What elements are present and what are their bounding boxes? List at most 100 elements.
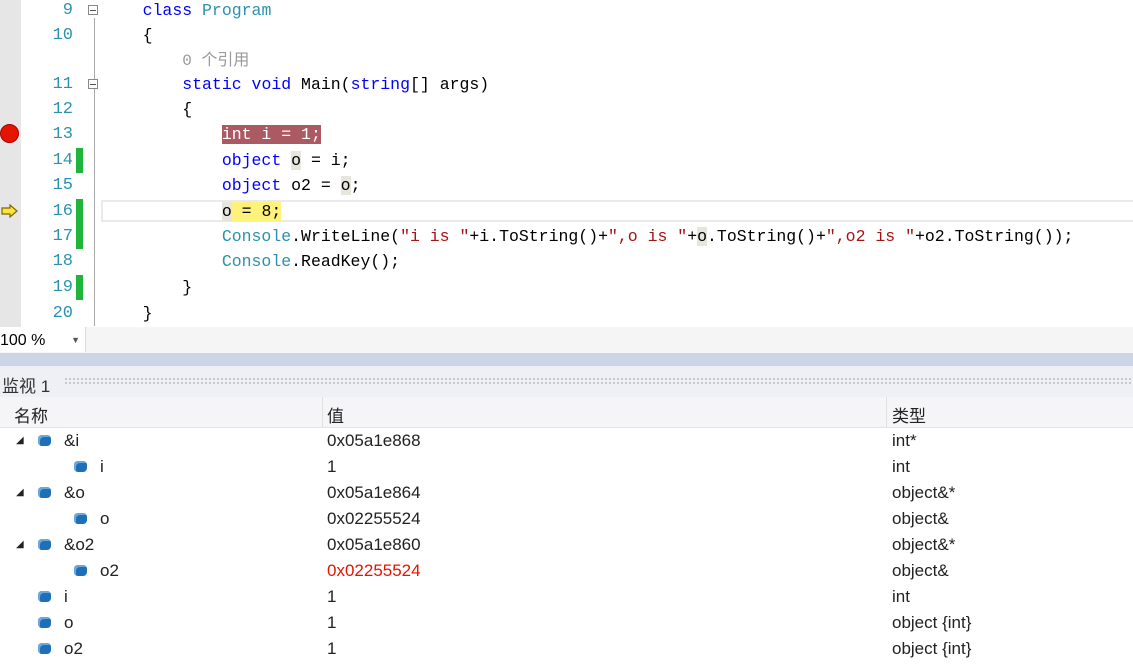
code-token: 0 个引用 <box>182 52 250 70</box>
column-header-value[interactable]: 值 <box>327 402 344 427</box>
column-header-type[interactable]: 类型 <box>892 402 926 427</box>
code-line[interactable]: 16 o = 8; <box>0 199 1133 224</box>
line-number: 13 <box>52 125 73 144</box>
code-line[interactable]: 17 Console.WriteLine("i is "+i.ToString(… <box>0 224 1133 249</box>
code-line[interactable]: 13 int i = 1; <box>0 122 1133 147</box>
column-divider[interactable] <box>322 397 323 427</box>
code-lens-references[interactable]: 0 个引用 <box>103 48 249 74</box>
breakpoint-icon[interactable] <box>0 124 19 143</box>
expand-triangle-icon[interactable]: ◢ <box>16 428 24 454</box>
collapse-icon[interactable] <box>88 79 98 89</box>
watch-value[interactable]: 0x05a1e864 <box>327 480 421 506</box>
change-marker <box>76 224 83 249</box>
code-token: object <box>221 151 282 170</box>
code-token: o <box>221 202 232 221</box>
watch-name: o2 <box>64 639 83 658</box>
watch-name: o <box>64 613 74 632</box>
expand-triangle-icon[interactable]: ◢ <box>16 532 24 558</box>
watch-value[interactable]: 1 <box>327 636 336 662</box>
code-token: +i.ToString()+ <box>469 227 608 246</box>
code-text: object o = i; <box>103 148 351 173</box>
change-marker <box>76 275 83 300</box>
watch-value[interactable]: 0x05a1e860 <box>327 532 421 558</box>
watch-type: int <box>892 587 910 606</box>
code-token: { <box>103 26 153 45</box>
column-header-name[interactable]: 名称 <box>14 402 48 427</box>
code-token: Console <box>221 227 292 246</box>
watch-value[interactable]: 1 <box>327 610 336 636</box>
code-line[interactable]: 12 { <box>0 97 1133 122</box>
watch-window-title-bar[interactable]: 监视 1 <box>0 366 1133 397</box>
code-token: o <box>697 227 708 246</box>
code-text: class Program <box>103 0 272 23</box>
code-token: o <box>340 176 351 195</box>
code-line[interactable]: 11 static void Main(string[] args) <box>0 72 1133 97</box>
column-divider[interactable] <box>886 397 887 427</box>
watch-row[interactable]: o2 0x02255524 object& <box>0 558 1133 584</box>
code-text: } <box>103 301 153 326</box>
watch-row[interactable]: i 1 int <box>0 454 1133 480</box>
watch-value[interactable]: 0x02255524 <box>327 506 421 532</box>
watch-name: i <box>64 587 68 606</box>
code-text: Console.WriteLine("i is "+i.ToString()+"… <box>103 224 1073 249</box>
watch-name: o <box>100 509 110 528</box>
code-line[interactable]: 14 object o = i; <box>0 148 1133 173</box>
code-line[interactable]: 20 } <box>0 301 1133 326</box>
code-line[interactable]: 18 Console.ReadKey(); <box>0 249 1133 274</box>
watch-value[interactable]: 0x02255524 <box>327 558 421 584</box>
code-text: { <box>103 23 153 48</box>
drag-grip[interactable] <box>64 377 1131 385</box>
watch-value[interactable]: 0x05a1e868 <box>327 428 421 454</box>
code-line[interactable]: 9 class Program <box>0 0 1133 23</box>
watch-value[interactable]: 1 <box>327 584 336 610</box>
code-line[interactable]: 19 } <box>0 275 1133 300</box>
expand-triangle-icon[interactable]: ◢ <box>16 480 24 506</box>
zoom-dropdown[interactable]: 100 % ▼ <box>0 327 86 352</box>
watch-row[interactable]: ◢ &i 0x05a1e868 int* <box>0 428 1133 454</box>
watch-row[interactable]: o 0x02255524 object& <box>0 506 1133 532</box>
watch-value[interactable]: 1 <box>327 454 336 480</box>
code-token: o <box>291 151 302 170</box>
watch-type: object {int} <box>892 613 972 632</box>
code-text: o = 8; <box>103 199 282 224</box>
watch-name: o2 <box>100 561 119 580</box>
object-icon <box>38 435 51 446</box>
object-icon <box>38 591 51 602</box>
chevron-down-icon: ▼ <box>71 335 80 345</box>
watch-row[interactable]: ◢ &o 0x05a1e864 object&* <box>0 480 1133 506</box>
change-marker <box>76 148 83 173</box>
code-text: { <box>103 97 192 122</box>
change-marker <box>76 199 83 224</box>
code-token: Console <box>221 252 292 271</box>
splitter[interactable] <box>0 353 1133 366</box>
object-icon <box>74 565 87 576</box>
collapse-icon[interactable] <box>88 5 98 15</box>
code-line[interactable]: 10 { <box>0 23 1133 48</box>
code-token: string <box>350 75 410 94</box>
code-token: [] args) <box>410 75 490 94</box>
code-token: ",o is " <box>608 227 688 246</box>
zoom-bar: 100 % ▼ <box>0 327 1133 353</box>
zoom-value: 100 % <box>0 332 46 349</box>
watch-row[interactable]: o 1 object {int} <box>0 610 1133 636</box>
code-editor[interactable]: 9 class Program 10 { 0 个引用 11 static void … <box>0 0 1133 327</box>
watch-type: object& <box>892 509 949 528</box>
code-line[interactable]: 15 object o2 = o; <box>0 173 1133 198</box>
watch-row[interactable]: i 1 int <box>0 584 1133 610</box>
code-token: { <box>103 100 193 119</box>
code-text: static void Main(string[] args) <box>103 72 489 97</box>
line-number: 19 <box>52 278 73 297</box>
execution-pointer-arrow-icon <box>1 204 18 218</box>
watch-name: &o <box>64 483 85 502</box>
watch-row[interactable]: o2 1 object {int} <box>0 636 1133 662</box>
watch-row[interactable]: ◢ &o2 0x05a1e860 object&* <box>0 532 1133 558</box>
code-line[interactable]: 0 个引用 <box>0 48 1133 73</box>
